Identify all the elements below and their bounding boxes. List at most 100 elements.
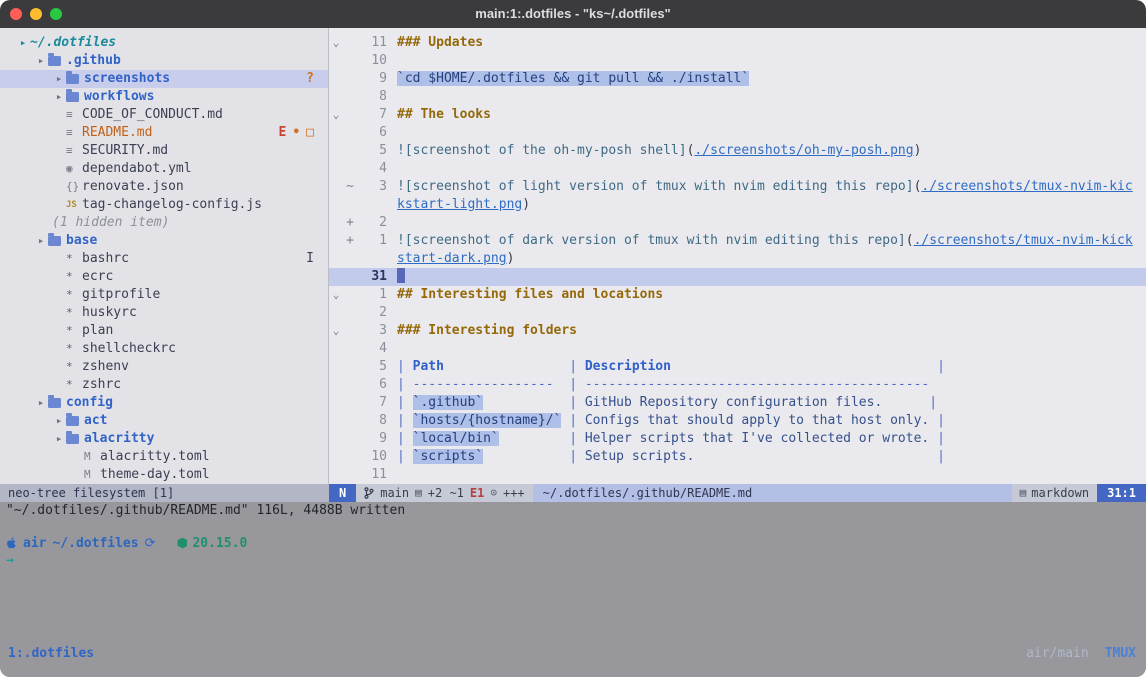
fold-marker[interactable] (329, 394, 343, 412)
editor-line[interactable]: kstart-light.png) (329, 196, 1146, 214)
tree-item-readme-md[interactable]: ≡README.mdE•□ (0, 124, 328, 142)
tree-item-label: tag-changelog-config.js (82, 196, 262, 214)
fold-marker[interactable] (329, 142, 343, 160)
tree-item-gitprofile[interactable]: *gitprofile (0, 286, 328, 304)
tree-item-badge: • (292, 124, 300, 142)
fold-marker[interactable] (329, 268, 343, 286)
tree-item-1-hidden-item[interactable]: (1 hidden item) (0, 214, 328, 232)
editor-line[interactable]: 10| `scripts` | Setup scripts. | (329, 448, 1146, 466)
editor-line[interactable]: 9`cd $HOME/.dotfiles && git pull && ./in… (329, 70, 1146, 88)
line-number: 7 (357, 394, 387, 412)
tree-item-dependabot-yml[interactable]: ◉dependabot.yml (0, 160, 328, 178)
tree-item-tag-changelog-config-js[interactable]: JStag-changelog-config.js (0, 196, 328, 214)
fold-marker[interactable] (329, 250, 343, 268)
editor-line[interactable]: 11 (329, 466, 1146, 484)
fold-marker[interactable] (329, 466, 343, 484)
fold-marker[interactable] (329, 232, 343, 250)
chevron-icon[interactable]: ▸ (34, 394, 48, 412)
fold-marker[interactable]: ⌄ (329, 286, 343, 304)
tree-item-badge: E (279, 124, 287, 142)
tree-item-security-md[interactable]: ≡SECURITY.md (0, 142, 328, 160)
tree-item-alacritty[interactable]: ▸alacritty (0, 430, 328, 448)
editor-line[interactable]: ~3![screenshot of light version of tmux … (329, 178, 1146, 196)
fold-marker[interactable] (329, 124, 343, 142)
tree-item-code-of-conduct-md[interactable]: ≡CODE_OF_CONDUCT.md (0, 106, 328, 124)
tree-item-bashrc[interactable]: *bashrcI (0, 250, 328, 268)
editor-line[interactable]: 8| `hosts/{hostname}/` | Configs that sh… (329, 412, 1146, 430)
git-sign (343, 358, 357, 376)
editor-line[interactable]: 31 (329, 268, 1146, 286)
fold-marker[interactable] (329, 70, 343, 88)
fold-marker[interactable] (329, 358, 343, 376)
chevron-icon[interactable]: ▸ (34, 52, 48, 70)
line-number: 10 (357, 52, 387, 70)
chevron-icon[interactable]: ▸ (52, 430, 66, 448)
fold-marker[interactable] (329, 196, 343, 214)
fold-marker[interactable] (329, 376, 343, 394)
tree-item-act[interactable]: ▸act (0, 412, 328, 430)
editor-line[interactable]: 2 (329, 304, 1146, 322)
editor-line[interactable]: 8 (329, 88, 1146, 106)
editor-line[interactable]: ⌄11### Updates (329, 34, 1146, 52)
tree-item-config[interactable]: ▸config (0, 394, 328, 412)
editor-line[interactable]: 9| `local/bin` | Helper scripts that I'v… (329, 430, 1146, 448)
chevron-icon[interactable]: ▸ (52, 88, 66, 106)
editor-line[interactable]: 6| ------------------ | ----------------… (329, 376, 1146, 394)
tree-item-workflows[interactable]: ▸workflows (0, 88, 328, 106)
fold-marker[interactable] (329, 430, 343, 448)
editor-pane[interactable]: ⌄11### Updates109`cd $HOME/.dotfiles && … (329, 28, 1146, 484)
git-diff-counts: +2 ~1 (428, 484, 464, 502)
chevron-icon[interactable]: ▸ (52, 70, 66, 88)
fold-marker[interactable] (329, 340, 343, 358)
prompt-arrow[interactable]: → (6, 552, 1146, 570)
editor-line[interactable]: ⌄3### Interesting folders (329, 322, 1146, 340)
apple-icon (6, 537, 17, 549)
tree-item-github[interactable]: ▸.github (0, 52, 328, 70)
editor-line[interactable]: start-dark.png) (329, 250, 1146, 268)
folder-icon (48, 398, 61, 408)
editor-line[interactable]: ⌄1## Interesting files and locations (329, 286, 1146, 304)
editor-line[interactable]: 4 (329, 160, 1146, 178)
tree-item-dotfiles[interactable]: ▸~/.dotfiles (0, 34, 328, 52)
tree-item-huskyrc[interactable]: *huskyrc (0, 304, 328, 322)
editor-line[interactable]: 5![screenshot of the oh-my-posh shell](.… (329, 142, 1146, 160)
tree-item-ecrc[interactable]: *ecrc (0, 268, 328, 286)
fold-marker[interactable]: ⌄ (329, 322, 343, 340)
chevron-icon[interactable]: ▸ (16, 34, 30, 52)
fold-marker[interactable] (329, 88, 343, 106)
editor-line[interactable]: 6 (329, 124, 1146, 142)
fold-marker[interactable]: ⌄ (329, 34, 343, 52)
terminal-shell-area: air ~/.dotfiles ⟳ 20.15.0 → 1:.dotfiles … (0, 520, 1146, 677)
fold-marker[interactable] (329, 178, 343, 196)
tree-item-renovate-json[interactable]: {}renovate.json (0, 178, 328, 196)
chevron-icon[interactable]: ▸ (34, 232, 48, 250)
editor-line[interactable]: 4 (329, 340, 1146, 358)
fold-marker[interactable] (329, 52, 343, 70)
chevron-icon[interactable]: ▸ (52, 412, 66, 430)
tree-item-plan[interactable]: *plan (0, 322, 328, 340)
editor-line[interactable]: +2 (329, 214, 1146, 232)
editor-line[interactable]: 7| `.github` | GitHub Repository configu… (329, 394, 1146, 412)
tree-item-shellcheckrc[interactable]: *shellcheckrc (0, 340, 328, 358)
fold-marker[interactable] (329, 160, 343, 178)
editor-line[interactable]: 5| Path | Description | (329, 358, 1146, 376)
fold-marker[interactable] (329, 412, 343, 430)
git-sign (343, 196, 357, 214)
fold-marker[interactable] (329, 448, 343, 466)
line-text: ### Updates (387, 34, 1146, 52)
line-number: 6 (357, 376, 387, 394)
editor-line[interactable]: 10 (329, 52, 1146, 70)
tree-item-theme-day-toml[interactable]: Mtheme-day.toml (0, 466, 328, 484)
fold-marker[interactable] (329, 214, 343, 232)
tree-item-base[interactable]: ▸base (0, 232, 328, 250)
tree-item-zshenv[interactable]: *zshenv (0, 358, 328, 376)
editor-line[interactable]: +1![screenshot of dark version of tmux w… (329, 232, 1146, 250)
tree-item-alacritty-toml[interactable]: Malacritty.toml (0, 448, 328, 466)
tree-item-zshrc[interactable]: *zshrc (0, 376, 328, 394)
tree-item-screenshots[interactable]: ▸screenshots? (0, 70, 328, 88)
editor-line[interactable]: ⌄7## The looks (329, 106, 1146, 124)
fold-marker[interactable]: ⌄ (329, 106, 343, 124)
line-text (387, 304, 1146, 322)
tmux-window-tab[interactable]: 1:.dotfiles (8, 645, 94, 663)
fold-marker[interactable] (329, 304, 343, 322)
